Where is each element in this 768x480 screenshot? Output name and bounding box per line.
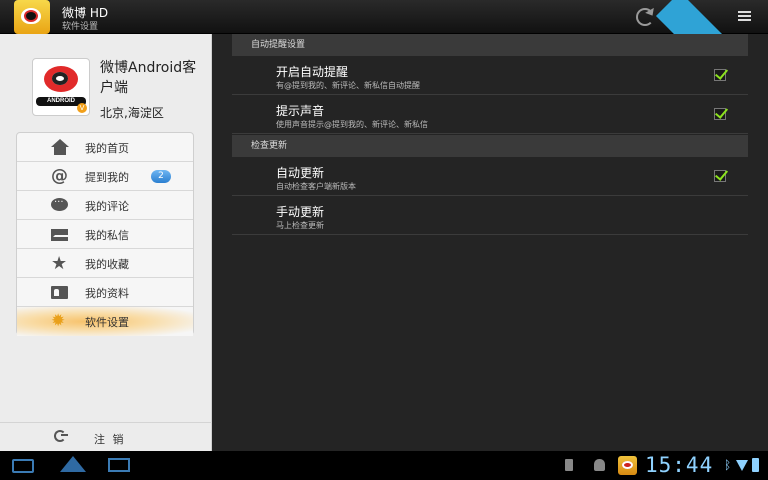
sidebar-item-comments[interactable]: 我的评论 [17, 191, 193, 220]
sidebar-menu: 我的首页 @ 提到我的 2 我的评论 我的私信 ★ 我的收藏 我的资料 ✹ 软件… [16, 132, 194, 336]
pref-auto-notify[interactable]: 开启自动提醒 有@提到我的、新评论、新私信自动提醒 [232, 56, 748, 95]
pref-auto-update[interactable]: 自动更新 自动检查客户端新版本 [232, 157, 748, 196]
pref-title: 开启自动提醒 [276, 65, 349, 79]
refresh-icon[interactable] [636, 8, 654, 26]
mail-icon [51, 226, 68, 243]
pref-summary: 马上检查更新 [276, 221, 324, 230]
system-bar: 15:44 ᛒ [0, 451, 768, 480]
sidebar-item-settings[interactable]: ✹ 软件设置 [17, 307, 193, 336]
mentions-count-badge: 2 [151, 170, 171, 183]
pref-summary: 自动检查客户端新版本 [276, 182, 356, 191]
weibo-logo-icon [44, 66, 78, 92]
action-bar: 微博 HD 软件设置 apk8.com [0, 0, 768, 101]
at-icon: @ [51, 166, 68, 186]
overflow-menu-icon[interactable] [738, 11, 751, 23]
pref-manual-update[interactable]: 手动更新 马上检查更新 [232, 196, 748, 235]
bluetooth-icon: ᛒ [724, 458, 732, 472]
home-nav-icon[interactable] [60, 456, 86, 472]
gear-icon: ✹ [51, 311, 66, 331]
sidebar-item-label: 软件设置 [85, 316, 129, 329]
star-icon: ★ [51, 253, 68, 274]
sidebar-item-label: 提到我的 [85, 171, 129, 184]
sidebar-item-profile[interactable]: 我的资料 [17, 278, 193, 307]
app-subtitle: 软件设置 [62, 22, 99, 32]
profile-card-icon [51, 284, 68, 301]
status-clock[interactable]: 15:44 [645, 453, 713, 477]
pref-title: 提示声音 [276, 104, 325, 118]
sidebar-item-home[interactable]: 我的首页 [17, 133, 193, 162]
section-header-updates: 检查更新 [232, 135, 748, 157]
sd-card-icon [565, 459, 573, 471]
battery-icon [752, 458, 759, 472]
section-header-notifications: 自动提醒设置 [232, 34, 748, 56]
wifi-icon [736, 460, 748, 471]
logout-button[interactable]: 注 销 [0, 422, 212, 451]
back-icon[interactable] [12, 459, 34, 473]
sidebar-item-messages[interactable]: 我的私信 [17, 220, 193, 249]
pref-title: 手动更新 [276, 205, 325, 219]
settings-panel: 自动提醒设置 开启自动提醒 有@提到我的、新评论、新私信自动提醒 提示声音 使用… [212, 34, 768, 451]
sidebar-item-favorites[interactable]: ★ 我的收藏 [17, 249, 193, 278]
sidebar-item-label: 我的评论 [85, 200, 129, 213]
avatar[interactable]: ANDROID V [32, 58, 90, 116]
home-icon [51, 139, 69, 156]
pref-summary: 有@提到我的、新评论、新私信自动提醒 [276, 81, 420, 90]
pref-title: 自动更新 [276, 166, 325, 180]
auto-update-checkbox[interactable] [714, 170, 726, 182]
profile-location: 北京,海淀区 [100, 106, 164, 120]
sidebar-item-mentions[interactable]: @ 提到我的 2 [17, 162, 193, 191]
sidebar-item-label: 我的资料 [85, 287, 129, 300]
pref-sound[interactable]: 提示声音 使用声音提示@提到我的、新评论、新私信 [232, 95, 748, 134]
pref-summary: 使用声音提示@提到我的、新评论、新私信 [276, 120, 428, 129]
android-debug-icon [594, 459, 605, 471]
verified-badge: V [77, 103, 87, 113]
logout-label: 注 销 [94, 433, 126, 446]
recent-apps-icon[interactable] [108, 458, 130, 472]
sidebar-item-label: 我的私信 [85, 229, 129, 242]
sound-checkbox[interactable] [714, 108, 726, 120]
auto-notify-checkbox[interactable] [714, 69, 726, 81]
weibo-app-icon[interactable] [14, 0, 50, 34]
sidebar-item-label: 我的首页 [85, 142, 129, 155]
sidebar-item-label: 我的收藏 [85, 258, 129, 271]
sidebar: ANDROID V 微博Android客户端 北京,海淀区 我的首页 @ 提到我… [0, 34, 212, 451]
profile-name: 微博Android客户端 [100, 60, 197, 96]
comment-icon [51, 197, 68, 214]
weibo-notification-icon[interactable] [618, 456, 637, 475]
logout-icon [54, 430, 68, 442]
